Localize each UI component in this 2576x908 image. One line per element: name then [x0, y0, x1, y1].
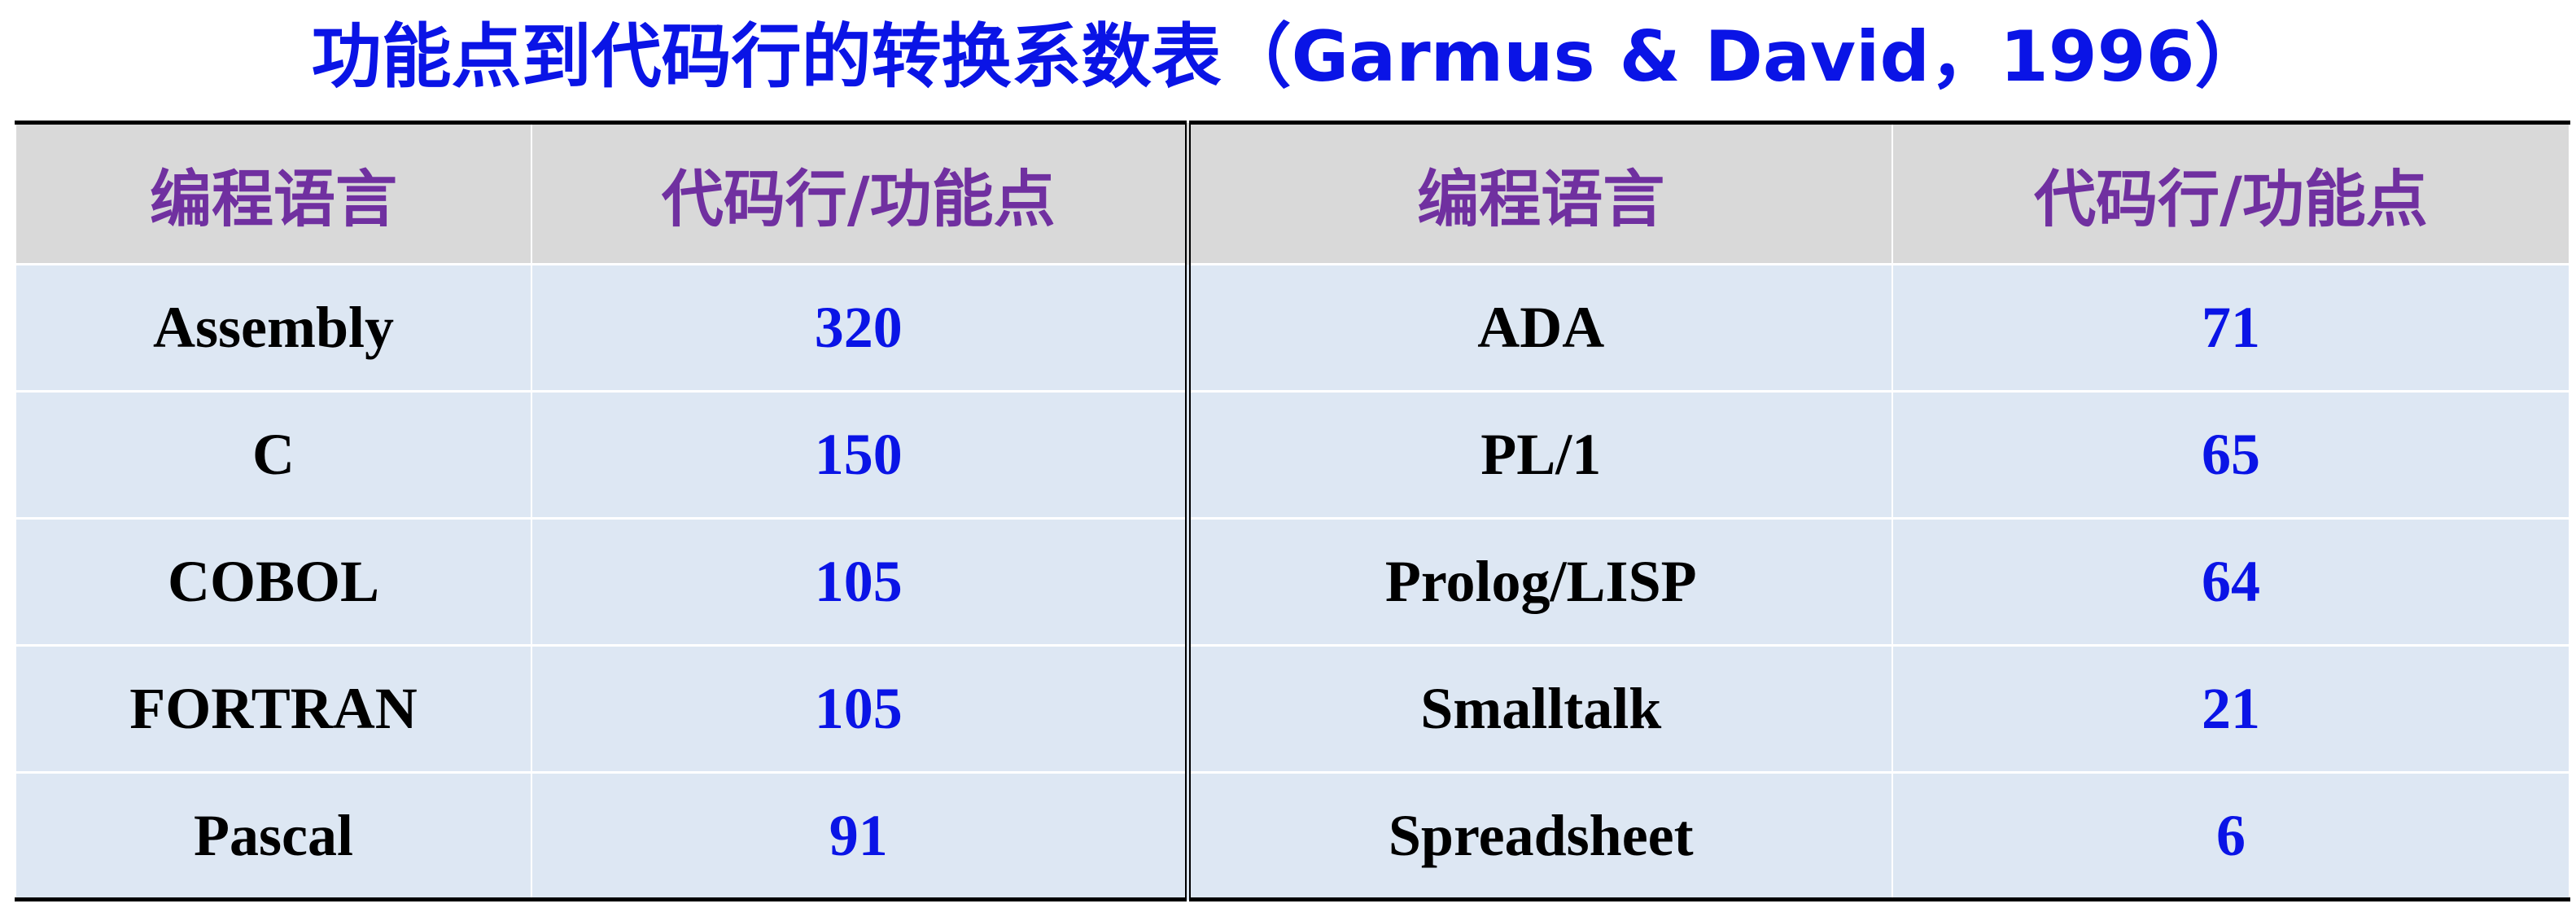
loc-value-cell: 150 — [531, 390, 1191, 519]
conversion-table: 编程语言 代码行/功能点 编程语言 代码行/功能点 Assembly 320 A… — [15, 121, 2570, 901]
table-row: Assembly 320 ADA 71 — [15, 263, 2570, 392]
language-cell: COBOL — [15, 517, 532, 646]
page-title: 功能点到代码行的转换系数表（Garmus & David，1996） — [311, 16, 2265, 98]
language-cell: Assembly — [15, 263, 532, 392]
language-cell: Pascal — [15, 771, 532, 901]
language-cell: C — [15, 390, 532, 519]
loc-value-cell: 6 — [1892, 771, 2570, 901]
language-cell: Prolog/LISP — [1187, 517, 1893, 646]
loc-value-cell: 105 — [531, 517, 1191, 646]
conversion-table-container: 编程语言 代码行/功能点 编程语言 代码行/功能点 Assembly 320 A… — [15, 121, 2570, 901]
table-row: COBOL 105 Prolog/LISP 64 — [15, 517, 2570, 646]
table-row: C 150 PL/1 65 — [15, 390, 2570, 519]
table-row: Pascal 91 Spreadsheet 6 — [15, 771, 2570, 901]
language-cell: PL/1 — [1187, 390, 1893, 519]
table-header-row: 编程语言 代码行/功能点 编程语言 代码行/功能点 — [15, 122, 2570, 265]
loc-value-cell: 21 — [1892, 644, 2570, 773]
language-cell: FORTRAN — [15, 644, 532, 773]
loc-value-cell: 91 — [531, 771, 1191, 901]
table-row: FORTRAN 105 Smalltalk 21 — [15, 644, 2570, 773]
loc-value-cell: 65 — [1892, 390, 2570, 519]
loc-value-cell: 320 — [531, 263, 1191, 392]
loc-value-cell: 64 — [1892, 517, 2570, 646]
loc-value-cell: 71 — [1892, 263, 2570, 392]
loc-value-cell: 105 — [531, 644, 1191, 773]
header-language-right: 编程语言 — [1187, 122, 1893, 265]
language-cell: Smalltalk — [1187, 644, 1893, 773]
language-cell: ADA — [1187, 263, 1893, 392]
header-loc-per-fp-right: 代码行/功能点 — [1892, 122, 2570, 265]
header-loc-per-fp-left: 代码行/功能点 — [531, 122, 1191, 265]
language-cell: Spreadsheet — [1187, 771, 1893, 901]
header-language-left: 编程语言 — [15, 122, 532, 265]
